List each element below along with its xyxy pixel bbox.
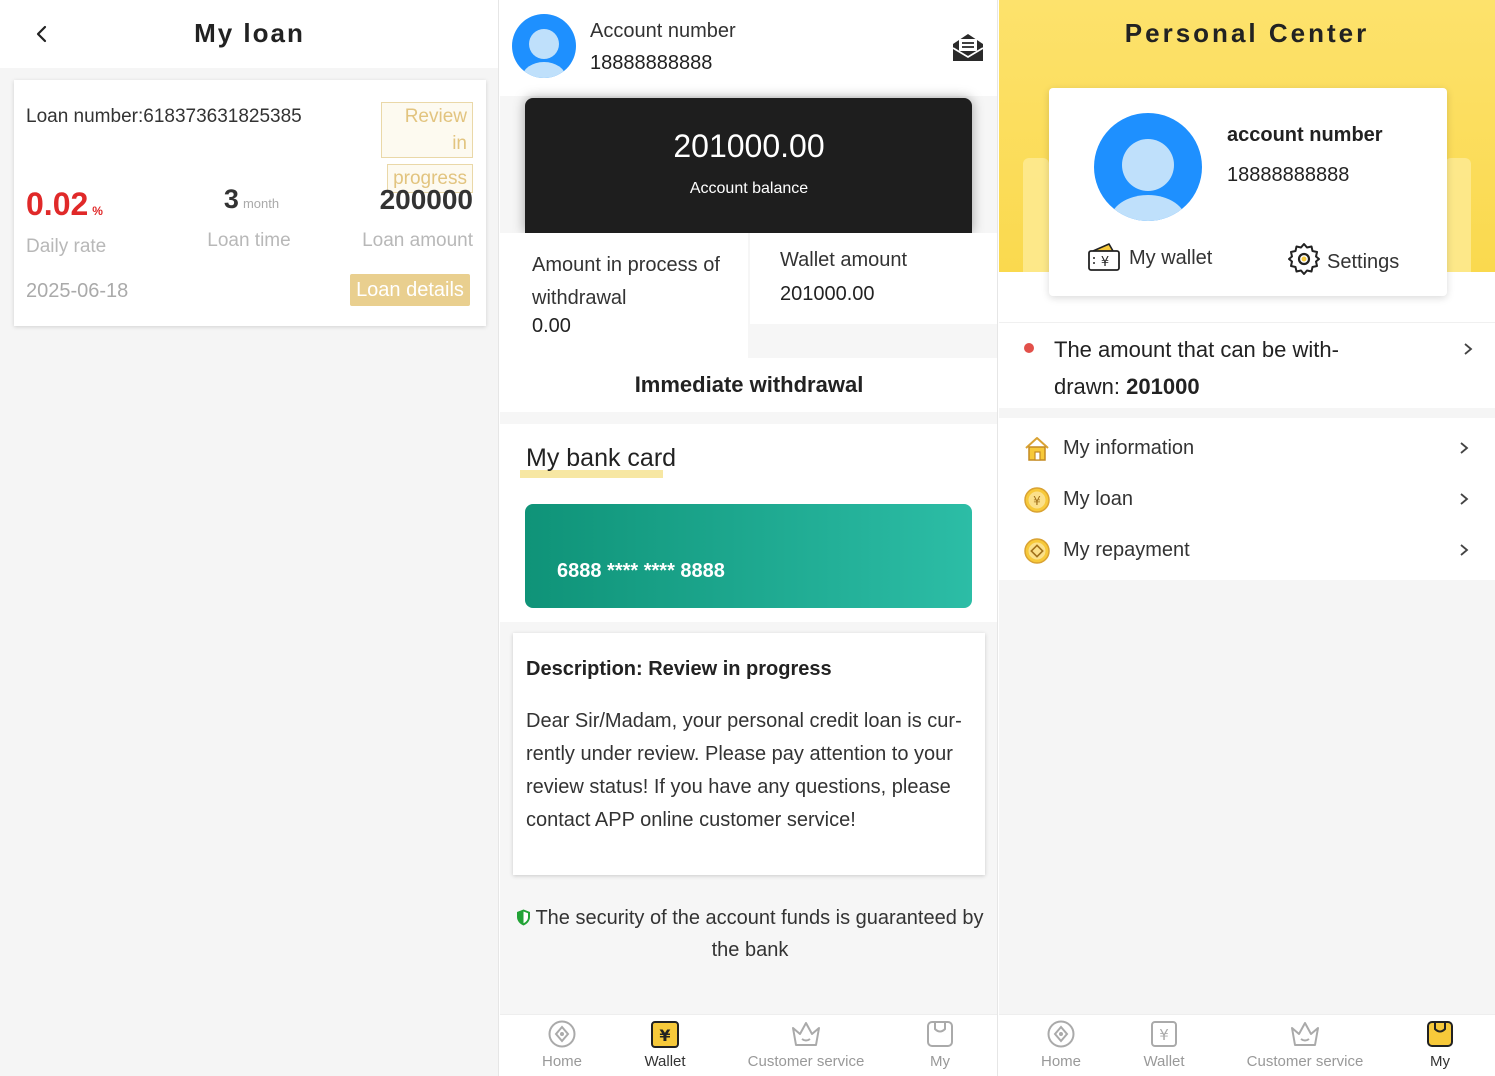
card-number: 6888 **** **** 8888 bbox=[557, 560, 725, 582]
account-balance-label: Account balance bbox=[689, 180, 809, 197]
svg-text:¥: ¥ bbox=[1159, 1026, 1169, 1044]
repayment-coin-icon bbox=[1024, 538, 1050, 564]
balance-card bbox=[525, 98, 972, 233]
daily-rate-label: Daily rate bbox=[26, 236, 107, 257]
wallet-icon: ¥ bbox=[1088, 243, 1120, 271]
account-header: Account number 18888888888 bbox=[500, 0, 997, 96]
status-badge: Review in progress bbox=[381, 102, 473, 197]
my-wallet-button[interactable]: ¥ My wallet bbox=[1087, 242, 1212, 272]
header-decoration bbox=[1445, 158, 1471, 272]
chevron-right-icon bbox=[1460, 544, 1469, 556]
house-icon bbox=[1025, 437, 1049, 461]
immediate-withdrawal-button[interactable]: Immediate withdrawal bbox=[500, 358, 997, 412]
tab-wallet[interactable]: ¥ Wallet bbox=[1134, 1019, 1194, 1070]
loan-card[interactable]: Loan number:618373631825385 Review in pro… bbox=[14, 80, 486, 326]
account-number-label: Account number bbox=[590, 20, 736, 42]
chevron-right-icon bbox=[1460, 442, 1469, 454]
shield-icon bbox=[517, 909, 531, 926]
settings-button[interactable]: Settings bbox=[1287, 242, 1399, 276]
page-title: My loan bbox=[194, 18, 305, 48]
avatar[interactable] bbox=[512, 14, 576, 78]
tab-wallet[interactable]: ¥ Wallet bbox=[635, 1019, 695, 1070]
tab-home[interactable]: Home bbox=[532, 1019, 592, 1070]
page-title: Personal Center bbox=[1124, 18, 1370, 48]
menu-label: My loan bbox=[1063, 488, 1134, 510]
menu-list: My information ¥ My loan My repayment bbox=[999, 418, 1495, 580]
wallet-screen: Account number 18888888888 201000.00 Acc… bbox=[500, 0, 998, 1076]
my-loan-screen: My loan Loan number:618373631825385 Revi… bbox=[0, 0, 499, 1076]
wallet-amount-stat: Wallet amount 201000.00 bbox=[750, 233, 997, 324]
crown-icon bbox=[1291, 1022, 1319, 1046]
loan-date: 2025-06-18 bbox=[26, 280, 129, 302]
chevron-right-icon bbox=[1460, 493, 1469, 505]
tab-bar: Home ¥ Wallet Customer service My bbox=[999, 1014, 1495, 1076]
yuan-coin-icon: ¥ bbox=[1024, 487, 1050, 513]
home-compass-icon bbox=[548, 1020, 576, 1048]
bank-card-title: My bank card bbox=[526, 444, 677, 472]
description-body: Dear Sir/Madam, your personal credit loa… bbox=[526, 710, 962, 831]
processing-value: 0.00 bbox=[532, 315, 571, 337]
crown-icon bbox=[792, 1022, 820, 1046]
tab-customer-service[interactable]: Customer service bbox=[738, 1019, 874, 1070]
personal-center-screen: Personal Center account number 188888888… bbox=[999, 0, 1495, 1076]
daily-rate-value: 0.02% bbox=[26, 186, 103, 222]
wallet-yuan-icon: ¥ bbox=[651, 1021, 679, 1048]
description-box: Description: Review in progress Dear Sir… bbox=[513, 633, 985, 875]
menu-label: My repayment bbox=[1063, 539, 1190, 561]
menu-label: My information bbox=[1063, 437, 1195, 459]
withdrawable-text: The amount that can be with-drawn: 20100… bbox=[1054, 337, 1339, 399]
mail-icon[interactable] bbox=[950, 30, 986, 64]
bank-card-section: My bank card 6888 **** **** 8888 bbox=[500, 424, 997, 622]
wallet-amount-value: 201000.00 bbox=[780, 283, 875, 305]
tab-customer-service[interactable]: Customer service bbox=[1237, 1019, 1373, 1070]
red-dot-icon bbox=[1024, 343, 1034, 353]
loan-amount-value: 200000 bbox=[379, 184, 473, 215]
svg-text:¥: ¥ bbox=[1033, 494, 1041, 508]
menu-item-my-information[interactable]: My information bbox=[999, 423, 1495, 473]
account-number: 18888888888 bbox=[590, 52, 713, 74]
my-loan-header: My loan bbox=[0, 0, 498, 68]
withdrawal-processing-stat: Amount in process of withdrawal 0.00 bbox=[500, 233, 748, 358]
tab-home[interactable]: Home bbox=[1031, 1019, 1091, 1070]
loan-time-label: Loan time bbox=[207, 230, 291, 251]
loan-amount-label: Loan amount bbox=[362, 230, 473, 251]
description-title: Description: Review in progress bbox=[526, 658, 832, 680]
loan-details-button[interactable]: Loan details bbox=[350, 274, 470, 306]
tab-my[interactable]: My bbox=[1420, 1019, 1460, 1070]
tab-my[interactable]: My bbox=[920, 1019, 960, 1070]
menu-item-my-loan[interactable]: ¥ My loan bbox=[999, 474, 1495, 524]
account-number-label: account number bbox=[1227, 124, 1383, 146]
wallet-yuan-icon: ¥ bbox=[1151, 1021, 1177, 1047]
loan-number: Loan number:618373631825385 bbox=[26, 106, 302, 127]
gear-icon bbox=[1288, 243, 1320, 275]
processing-label: Amount in process of withdrawal bbox=[532, 254, 720, 309]
wallet-amount-label: Wallet amount bbox=[780, 249, 908, 271]
my-icon bbox=[1427, 1021, 1453, 1047]
avatar[interactable] bbox=[1094, 113, 1202, 221]
svg-text:¥: ¥ bbox=[659, 1026, 670, 1045]
my-icon bbox=[927, 1021, 953, 1047]
security-note: The security of the account funds is gua… bbox=[510, 902, 990, 966]
chevron-right-icon bbox=[1464, 343, 1473, 355]
account-balance-value: 201000.00 bbox=[673, 128, 825, 164]
profile-card: account number 18888888888 ¥ My wallet S… bbox=[1049, 88, 1447, 296]
svg-text:¥: ¥ bbox=[1101, 255, 1109, 270]
bank-card[interactable]: 6888 **** **** 8888 bbox=[525, 504, 972, 608]
menu-item-my-repayment[interactable]: My repayment bbox=[999, 525, 1495, 575]
header-decoration bbox=[1023, 158, 1049, 272]
account-number: 18888888888 bbox=[1227, 164, 1350, 186]
loan-time-value: 3 month bbox=[223, 184, 280, 214]
withdrawable-amount-row[interactable]: The amount that can be with-drawn: 20100… bbox=[999, 322, 1495, 408]
home-compass-icon bbox=[1047, 1020, 1075, 1048]
wallet-stats: Amount in process of withdrawal 0.00 Wal… bbox=[500, 233, 997, 358]
tab-bar: Home ¥ Wallet Customer service My bbox=[500, 1014, 997, 1076]
